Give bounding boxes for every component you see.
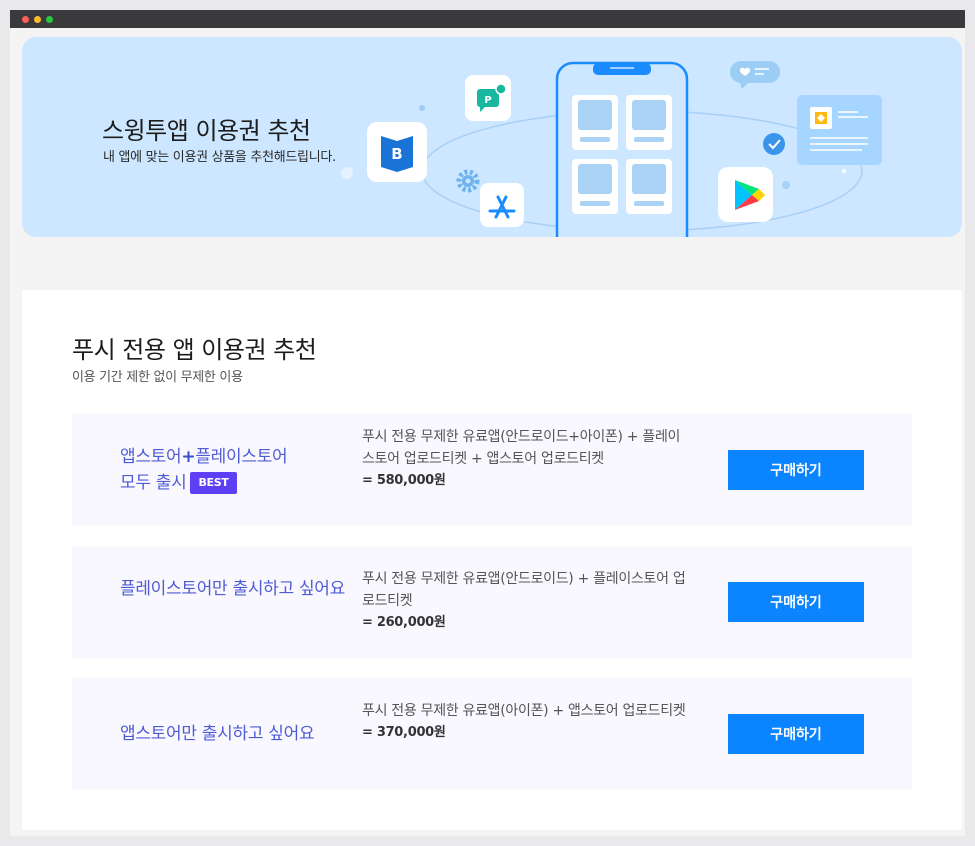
section-title: 푸시 전용 앱 이용권 추천 [72, 336, 317, 364]
svg-text:P: P [484, 95, 491, 106]
hero-banner: B P 스윙투앱 이용권 추천 내 앱에 맞는 이용권 상품을 추천해드립니다. [22, 37, 962, 237]
plan-desc-text: 푸시 전용 무제한 유료앱(안드로이드) + 플레이스토어 업로드티켓 [362, 571, 686, 609]
section-subtitle: 이용 기간 제한 없이 무제한 이용 [72, 370, 243, 385]
plan-name: 플레이스토어만 출시하고 싶어요 [120, 579, 345, 599]
maximize-window-button[interactable] [46, 16, 53, 23]
plan-desc-text: 푸시 전용 무제한 유료앱(아이폰) + 앱스토어 업로드티켓 [362, 703, 686, 719]
google-play-icon [718, 167, 773, 222]
plan-name-line2: 모두 출시 [120, 473, 187, 493]
plan-price: = 260,000원 [362, 615, 446, 630]
plan-name: 앱스토어+플레이스토어모두 출시 BEST [120, 444, 350, 496]
chat-heart-icon [730, 61, 780, 89]
plan-row-both-stores: 앱스토어+플레이스토어모두 출시 BEST 푸시 전용 무제한 유료앱(안드로이드… [72, 414, 912, 526]
plan-row-play-store: 플레이스토어만 출시하고 싶어요 푸시 전용 무제한 유료앱(안드로이드) + … [72, 546, 912, 658]
plan-row-app-store: 앱스토어만 출시하고 싶어요 푸시 전용 무제한 유료앱(아이폰) + 앱스토어… [72, 678, 912, 790]
svg-text:B: B [391, 145, 402, 163]
banner-title: 스윙투앱 이용권 추천 [102, 117, 311, 145]
plan-name: 앱스토어만 출시하고 싶어요 [120, 724, 315, 744]
plans-card: 푸시 전용 앱 이용권 추천 이용 기간 제한 없이 무제한 이용 앱스토어+플… [22, 290, 962, 830]
gear-icon [456, 169, 480, 193]
buy-button[interactable]: 구매하기 [728, 714, 864, 754]
browser-window: B P 스윙투앱 이용권 추천 내 앱에 맞는 이용권 상품을 추천해드립니다.… [10, 10, 965, 836]
plan-desc-text: 푸시 전용 무제한 유료앱(안드로이드+아이폰) + 플레이스토어 업로드티켓 … [362, 429, 681, 467]
app-store-icon [480, 183, 524, 227]
id-card-icon [797, 95, 882, 165]
minimize-window-button[interactable] [34, 16, 41, 23]
plan-name-part2: 플레이스토어 [195, 447, 288, 467]
plan-description: 푸시 전용 무제한 유료앱(안드로이드+아이폰) + 플레이스토어 업로드티켓 … [362, 426, 692, 492]
plan-name-part1: 앱스토어 [120, 447, 182, 467]
buy-button[interactable]: 구매하기 [728, 582, 864, 622]
parking-p-icon: P [465, 75, 511, 121]
plan-price: = 370,000원 [362, 725, 446, 740]
buy-button[interactable]: 구매하기 [728, 450, 864, 490]
plan-description: 푸시 전용 무제한 유료앱(안드로이드) + 플레이스토어 업로드티켓 = 26… [362, 568, 692, 634]
phone-icon [555, 61, 689, 237]
banner-subtitle: 내 앱에 맞는 이용권 상품을 추천해드립니다. [103, 150, 336, 165]
plan-description: 푸시 전용 무제한 유료앱(아이폰) + 앱스토어 업로드티켓 = 370,00… [362, 700, 692, 744]
best-badge: BEST [190, 472, 237, 494]
title-bar [10, 10, 965, 28]
plan-name-plus: + [181, 447, 196, 467]
close-window-button[interactable] [22, 16, 29, 23]
plan-price: = 580,000원 [362, 473, 446, 488]
blogger-b-icon: B [367, 122, 427, 182]
check-icon [763, 133, 785, 155]
